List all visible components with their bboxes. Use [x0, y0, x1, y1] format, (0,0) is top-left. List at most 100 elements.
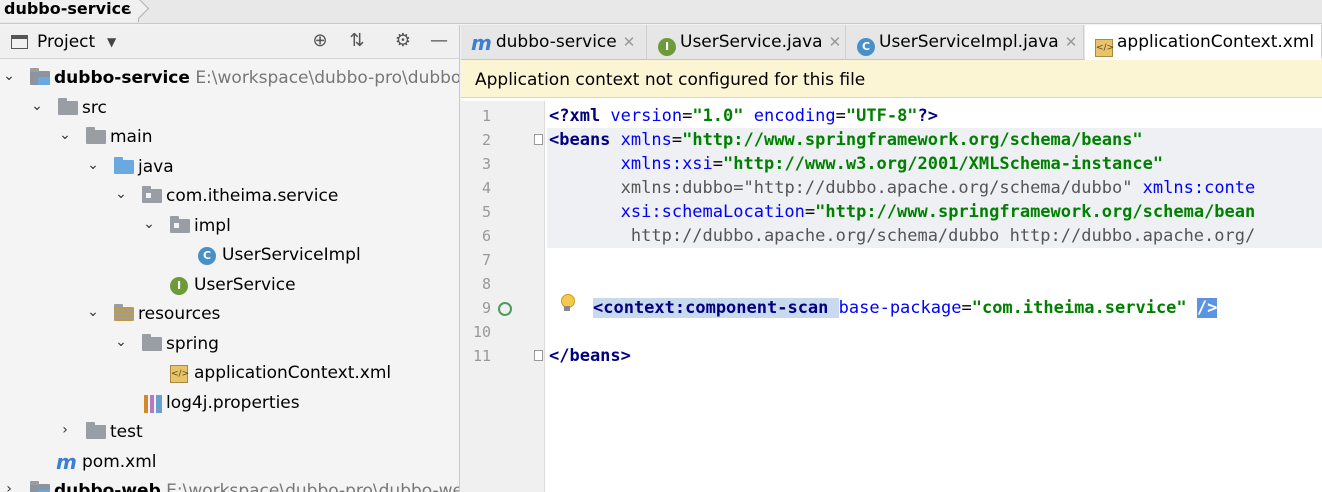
project-view-selector[interactable]: Project [37, 32, 95, 52]
project-panel: Project ▼ ⊕ ⇅ ⚙ — ⌄ dubbo-service E:\wor… [0, 25, 460, 492]
project-window-icon [11, 35, 28, 49]
tree-node-java[interactable]: ⌄ java [0, 154, 459, 182]
tree-node-userserviceimpl[interactable]: C UserServiceImpl [0, 242, 459, 270]
line-gutter: 1 2 3 4 5 6 7 8 9 10 11 [461, 101, 545, 492]
interface-icon: I [170, 277, 188, 295]
line-number: 4 [481, 179, 491, 197]
code-line-1: <?xml version="1.0" encoding="UTF-8"?> [549, 106, 939, 126]
tree-node-main[interactable]: ⌄ main [0, 124, 459, 152]
tree-node-package-impl[interactable]: ⌄ impl [0, 213, 459, 241]
tab-label: UserServiceImpl.java [879, 32, 1059, 52]
chevron-down-icon[interactable]: ⌄ [86, 157, 100, 173]
module-folder-icon [30, 481, 50, 492]
chevron-right-icon[interactable]: › [2, 481, 16, 492]
code-line-4: xmlns:dubbo="http://dubbo.apache.org/sch… [620, 178, 1256, 198]
locate-icon[interactable]: ⊕ [308, 29, 332, 53]
tree-node-userservice[interactable]: I UserService [0, 272, 459, 300]
line-number: 10 [472, 323, 491, 341]
line-number: 8 [481, 275, 491, 293]
hide-panel-icon[interactable]: — [427, 29, 451, 53]
tree-node-label: applicationContext.xml [194, 363, 392, 383]
tab-label: UserService.java [680, 32, 823, 52]
folder-icon [58, 98, 78, 115]
fold-icon[interactable] [534, 134, 543, 145]
breadcrumb-item[interactable]: dubbo-service [0, 0, 139, 22]
tree-node-resources[interactable]: ⌄ resources [0, 301, 459, 329]
maven-icon: m [56, 450, 77, 474]
tab-label: dubbo-service [495, 32, 617, 52]
project-panel-header: Project ▼ ⊕ ⇅ ⚙ — [0, 25, 459, 59]
tree-node-spring[interactable]: ⌄ spring [0, 331, 459, 359]
editor-area: m dubbo-service ✕ I UserService.java ✕ C User… [461, 25, 1322, 492]
chevron-right-icon[interactable]: › [58, 422, 72, 438]
line-number: 11 [472, 347, 491, 365]
chevron-down-icon[interactable]: ⌄ [58, 127, 72, 143]
tree-node-package-service[interactable]: ⌄ com.itheima.service [0, 183, 459, 211]
close-icon[interactable]: ✕ [623, 33, 636, 51]
lightbulb-icon[interactable] [560, 294, 575, 312]
tree-node-label: main [110, 127, 153, 147]
line-number: 2 [481, 131, 491, 149]
tree-node-pom-xml[interactable]: m pom.xml [0, 449, 459, 477]
maven-icon: m [471, 31, 492, 55]
code-line-9: <context:component-scan base-package="co… [593, 298, 1218, 318]
module-path: E:\workspace\dubbo-pro\dubbo-we [166, 481, 460, 492]
chevron-down-icon[interactable]: ⌄ [2, 68, 16, 84]
code-line-11: </beans> [549, 346, 631, 366]
folder-icon [86, 422, 106, 439]
banner-text: Application context not configured for t… [475, 70, 866, 90]
properties-file-icon [144, 395, 162, 413]
tab-applicationcontext-xml[interactable]: </> applicationContext.xml [1085, 25, 1322, 60]
chevron-down-icon[interactable]: ⌄ [30, 98, 44, 114]
chevron-down-icon[interactable]: ⌄ [114, 186, 128, 202]
editor-tabs: m dubbo-service ✕ I UserService.java ✕ C User… [461, 25, 1322, 60]
close-icon[interactable]: ✕ [1065, 33, 1078, 51]
tree-node-label: src [82, 98, 107, 118]
tab-userservice-java[interactable]: I UserService.java ✕ [648, 25, 846, 60]
class-icon: C [198, 247, 216, 265]
tree-node-log4j-properties[interactable]: log4j.properties [0, 390, 459, 418]
notification-banner: Application context not configured for t… [461, 60, 1322, 98]
line-number: 5 [481, 203, 491, 221]
gear-icon[interactable]: ⚙ [391, 29, 415, 53]
tree-node-dubbo-web[interactable]: › dubbo-web E:\workspace\dubbo-pro\dubbo… [0, 478, 460, 492]
code-line-5: xsi:schemaLocation="http://www.springfra… [620, 202, 1256, 222]
tree-node-label: pom.xml [82, 452, 157, 472]
tab-dubbo-service[interactable]: m dubbo-service ✕ [461, 25, 647, 60]
line-number: 9 [481, 299, 491, 317]
code-editor[interactable]: 1 2 3 4 5 6 7 8 9 10 11 <?xml version="1… [461, 101, 1322, 492]
chevron-down-icon[interactable]: ▼ [107, 35, 116, 49]
close-icon[interactable]: ✕ [829, 33, 842, 51]
tree-node-test[interactable]: › test [0, 419, 459, 447]
module-path: E:\workspace\dubbo-pro\dubbo- [195, 68, 460, 88]
tree-node-label: UserServiceImpl [222, 245, 361, 265]
code-line-2: <beans xmlns="http://www.springframework… [549, 130, 1143, 150]
tree-node-label: spring [166, 334, 219, 354]
package-icon [170, 216, 190, 233]
tree-node-label: test [110, 422, 143, 442]
tree-node-label: java [138, 157, 174, 177]
line-number: 7 [481, 251, 491, 269]
package-icon [142, 186, 162, 203]
tree-node-label: resources [138, 304, 221, 324]
tree-node-label: impl [194, 216, 231, 236]
spring-xml-icon: </> [170, 365, 189, 383]
fold-icon[interactable] [534, 350, 543, 361]
chevron-down-icon[interactable]: ⌄ [86, 304, 100, 320]
tree-node-src[interactable]: ⌄ src [0, 95, 459, 123]
tree-node-applicationcontext-xml[interactable]: </> applicationContext.xml [0, 360, 459, 388]
spring-bean-gutter-icon[interactable] [498, 302, 512, 316]
source-folder-icon [114, 157, 134, 174]
tab-userserviceimpl-java[interactable]: C UserServiceImpl.java ✕ [847, 25, 1084, 60]
tree-node-label: com.itheima.service [166, 186, 339, 206]
interface-icon: I [658, 38, 676, 56]
chevron-down-icon[interactable]: ⌄ [114, 334, 128, 350]
tree-node-dubbo-service[interactable]: ⌄ dubbo-service E:\workspace\dubbo-pro\d… [0, 65, 460, 93]
code-line-3: xmlns:xsi="http://www.w3.org/2001/XMLSch… [620, 154, 1164, 174]
collapse-all-icon[interactable]: ⇅ [345, 29, 369, 53]
tree-node-label: dubbo-web [54, 481, 161, 492]
tree-node-label: log4j.properties [166, 393, 300, 413]
chevron-down-icon[interactable]: ⌄ [142, 216, 156, 232]
tab-label: applicationContext.xml [1117, 32, 1315, 52]
folder-icon [86, 127, 106, 144]
